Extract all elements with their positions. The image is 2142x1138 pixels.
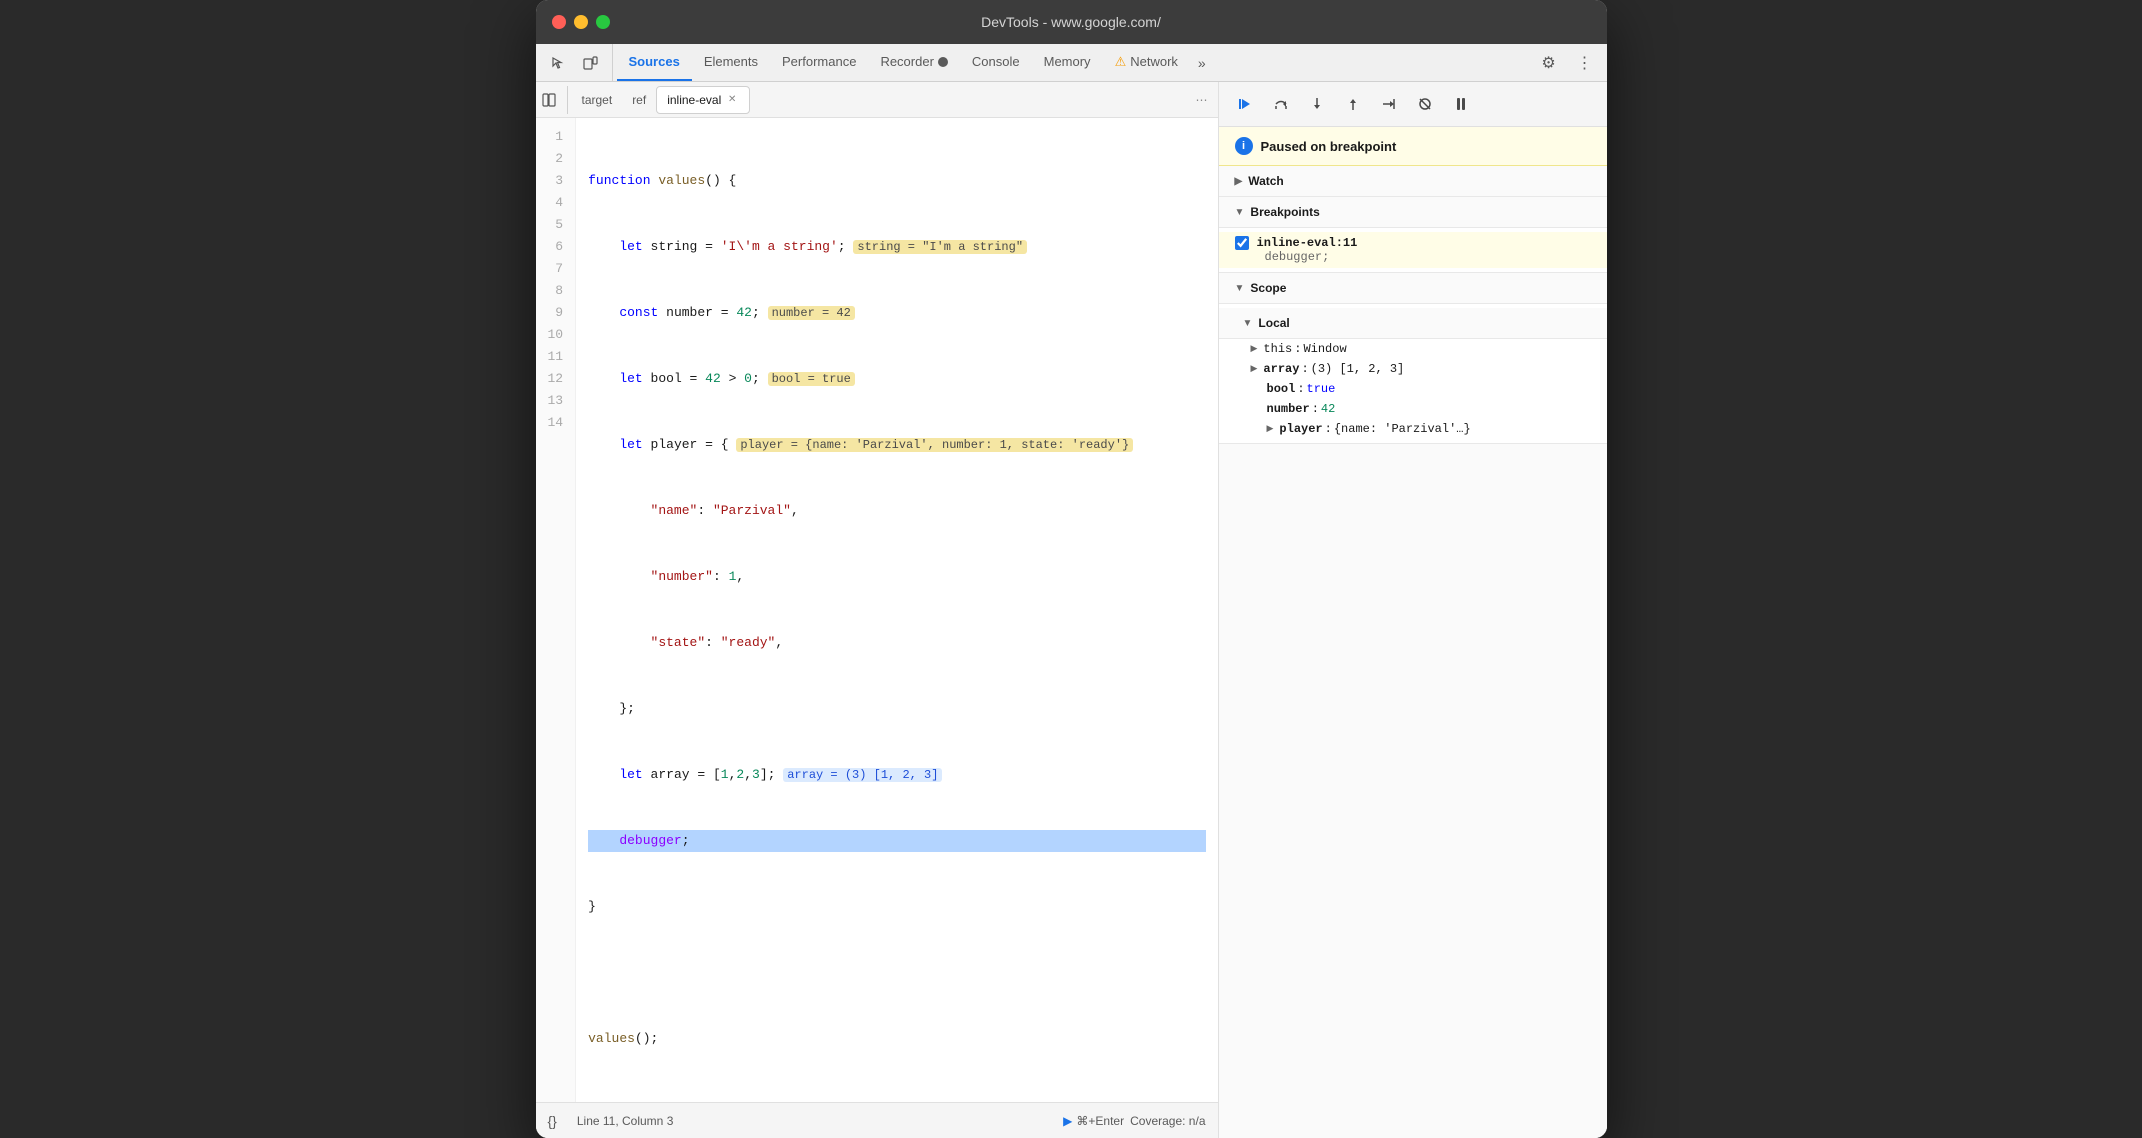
scope-item-bool[interactable]: bool: true	[1219, 379, 1607, 399]
step-out-button[interactable]	[1339, 90, 1367, 118]
tabbar-icons	[544, 44, 613, 81]
expand-array-icon: ▶	[1251, 364, 1258, 374]
scope-item-player[interactable]: ▶ player: {name: 'Parzival'…}	[1219, 419, 1607, 439]
scope-section-header[interactable]: ▼ Scope	[1219, 273, 1607, 304]
file-tab-ref[interactable]: ref	[622, 86, 656, 114]
breakpoint-checkbox[interactable]	[1235, 236, 1249, 250]
left-panel: target ref inline-eval ✕ ⋯ 1 2 3	[536, 82, 1219, 1138]
breakpoint-item: inline-eval:11 debugger;	[1219, 232, 1607, 268]
code-line-7: "number": 1,	[588, 566, 1205, 588]
local-section-header[interactable]: ▼ Local	[1219, 308, 1607, 339]
tab-memory[interactable]: Memory	[1032, 44, 1103, 81]
step-into-button[interactable]	[1303, 90, 1331, 118]
paused-banner: i Paused on breakpoint	[1219, 127, 1607, 166]
resume-button[interactable]	[1231, 90, 1259, 118]
status-bar: {} Line 11, Column 3 ▶ ⌘+Enter Coverage:…	[536, 1102, 1218, 1138]
step-over-button[interactable]	[1267, 90, 1295, 118]
coverage-label: Coverage: n/a	[1130, 1114, 1205, 1128]
file-tabs-bar: target ref inline-eval ✕ ⋯	[536, 82, 1218, 118]
more-file-tabs-button[interactable]: ⋯	[1190, 88, 1214, 112]
code-line-10: let array = [1,2,3]; array = (3) [1, 2, …	[588, 764, 1205, 786]
watch-label: Watch	[1248, 174, 1284, 188]
deactivate-breakpoints-button[interactable]	[1411, 90, 1439, 118]
scope-items: ▶ this: Window ▶ array: (3) [1, 2, 3] bo…	[1219, 339, 1607, 439]
code-line-6: "name": "Parzival",	[588, 500, 1205, 522]
tab-recorder[interactable]: Recorder	[868, 44, 959, 81]
breakpoint-file-label: inline-eval:11	[1257, 236, 1358, 250]
close-button[interactable]	[552, 15, 566, 29]
tab-performance[interactable]: Performance	[770, 44, 868, 81]
step-button[interactable]	[1375, 90, 1403, 118]
tab-sources[interactable]: Sources	[617, 44, 692, 81]
breakpoints-content: inline-eval:11 debugger;	[1219, 228, 1607, 273]
breakpoint-detail: debugger;	[1235, 250, 1591, 264]
code-line-11: debugger;	[588, 830, 1205, 852]
devtools-window: DevTools - www.google.com/ Sources Eleme…	[536, 0, 1607, 1138]
main-tabbar: Sources Elements Performance Recorder Co…	[536, 44, 1607, 82]
scope-item-array[interactable]: ▶ array: (3) [1, 2, 3]	[1219, 359, 1607, 379]
traffic-lights	[552, 15, 610, 29]
watch-triangle-icon: ▶	[1235, 176, 1243, 187]
breakpoint-item-header: inline-eval:11	[1235, 236, 1591, 250]
breakpoints-triangle-icon: ▼	[1235, 207, 1245, 218]
local-triangle-icon: ▼	[1243, 318, 1253, 329]
line-numbers: 1 2 3 4 5 6 7 8 9 10 11 12 13 14	[536, 118, 577, 1102]
fullscreen-button[interactable]	[596, 15, 610, 29]
tab-console[interactable]: Console	[960, 44, 1032, 81]
breakpoints-section-header[interactable]: ▼ Breakpoints	[1219, 197, 1607, 228]
inspect-icon-button[interactable]	[544, 49, 572, 77]
code-lines: function values() { let string = 'I\'m a…	[576, 118, 1217, 1102]
tabbar-right-controls: ⚙ ⋮	[1535, 44, 1599, 81]
code-line-2: let string = 'I\'m a string'; string = "…	[588, 236, 1205, 258]
scope-label: Scope	[1250, 281, 1286, 295]
recorder-dot-icon	[938, 57, 948, 67]
debug-toolbar	[1219, 82, 1607, 127]
code-line-4: let bool = 42 > 0; bool = true	[588, 368, 1205, 390]
file-tab-target[interactable]: target	[572, 86, 623, 114]
right-panel: i Paused on breakpoint ▶ Watch ▼ Breakpo…	[1219, 82, 1607, 1138]
tab-elements[interactable]: Elements	[692, 44, 770, 81]
more-tabs-button[interactable]: »	[1190, 44, 1214, 81]
run-shortcut: ⌘+Enter	[1076, 1114, 1124, 1128]
code-line-3: const number = 42; number = 42	[588, 302, 1205, 324]
code-line-14: values();	[588, 1028, 1205, 1050]
main-content: target ref inline-eval ✕ ⋯ 1 2 3	[536, 82, 1607, 1138]
file-tab-inline-eval[interactable]: inline-eval ✕	[656, 86, 750, 114]
code-line-9: };	[588, 698, 1205, 720]
local-label: Local	[1258, 316, 1289, 330]
watch-section-header[interactable]: ▶ Watch	[1219, 166, 1607, 197]
scope-item-number[interactable]: number: 42	[1219, 399, 1607, 419]
code-line-12: }	[588, 896, 1205, 918]
cursor-position: Line 11, Column 3	[577, 1114, 674, 1128]
minimize-button[interactable]	[574, 15, 588, 29]
more-options-button[interactable]: ⋮	[1571, 49, 1599, 77]
play-icon: ▶	[1063, 1114, 1072, 1128]
file-tabs-right: ⋯	[1190, 88, 1214, 112]
code-editor[interactable]: 1 2 3 4 5 6 7 8 9 10 11 12 13 14 functio…	[536, 118, 1218, 1102]
network-warning-icon: ⚠	[1115, 54, 1127, 70]
tab-network[interactable]: ⚠ Network	[1103, 44, 1190, 81]
code-line-5: let player = { player = {name: 'Parzival…	[588, 434, 1205, 456]
info-icon: i	[1235, 137, 1253, 155]
code-line-1: function values() {	[588, 170, 1205, 192]
titlebar: DevTools - www.google.com/	[536, 0, 1607, 44]
code-line-13	[588, 962, 1205, 984]
scope-triangle-icon: ▼	[1235, 283, 1245, 294]
expand-this-icon: ▶	[1251, 344, 1258, 354]
toggle-panel-button[interactable]	[540, 86, 568, 114]
format-icon[interactable]: {}	[548, 1113, 557, 1129]
paused-label: Paused on breakpoint	[1261, 139, 1397, 154]
settings-button[interactable]: ⚙	[1535, 49, 1563, 77]
pause-on-exceptions-button[interactable]	[1447, 90, 1475, 118]
expand-player-icon: ▶	[1267, 424, 1274, 434]
window-title: DevTools - www.google.com/	[981, 14, 1161, 30]
run-button[interactable]: ▶ ⌘+Enter	[1063, 1114, 1124, 1128]
breakpoints-label: Breakpoints	[1250, 205, 1319, 219]
scope-item-this[interactable]: ▶ this: Window	[1219, 339, 1607, 359]
device-toggle-button[interactable]	[576, 49, 604, 77]
code-line-8: "state": "ready",	[588, 632, 1205, 654]
scope-content: ▼ Local ▶ this: Window ▶ array: (3) [1, …	[1219, 304, 1607, 444]
close-tab-icon[interactable]: ✕	[725, 93, 739, 107]
status-run-area: ▶ ⌘+Enter Coverage: n/a	[1063, 1114, 1205, 1128]
